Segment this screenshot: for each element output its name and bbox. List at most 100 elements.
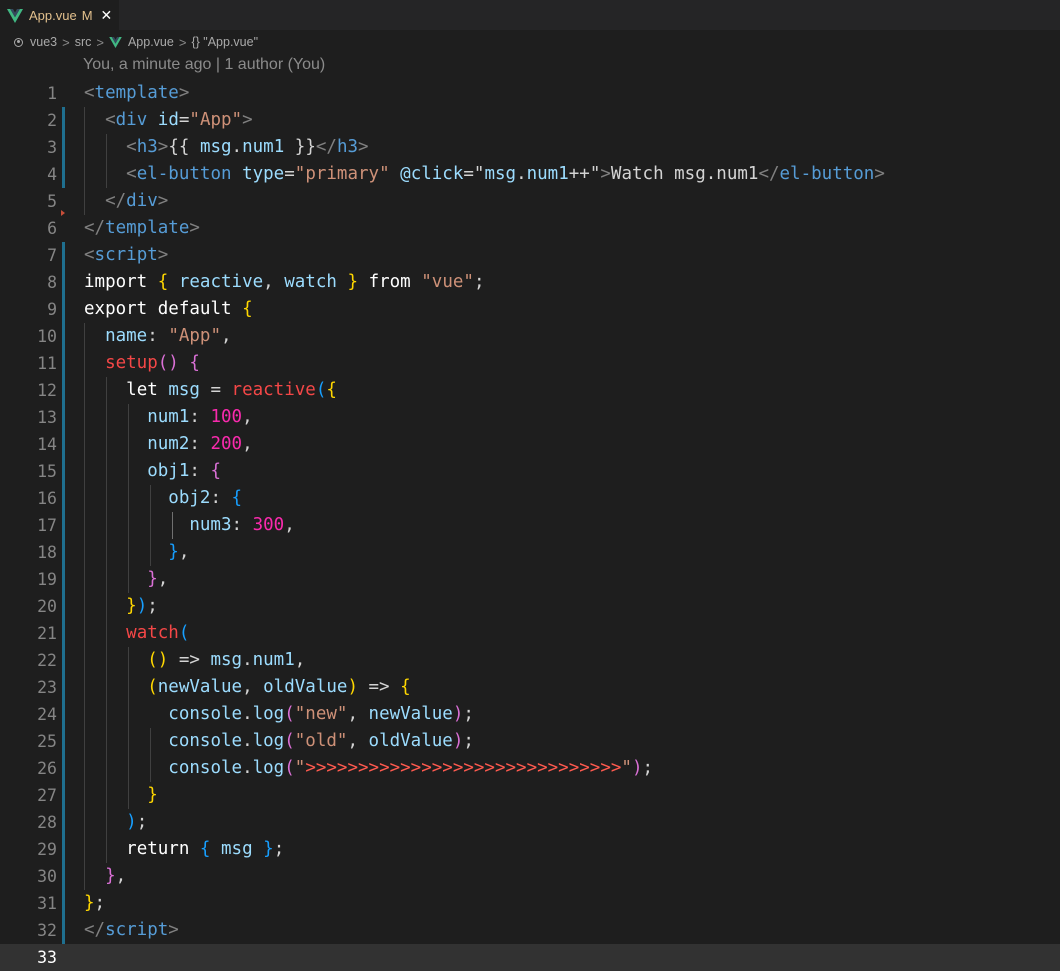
code-line[interactable]: 7 <script> — [0, 242, 1060, 269]
breadcrumb-item-app-vue[interactable]: App.vue — [128, 35, 174, 49]
code-text[interactable]: <el-button type="primary" @click="msg.nu… — [84, 161, 885, 188]
codelens-blame[interactable]: You, a minute ago | 1 author (You) — [83, 56, 325, 74]
code-token: > — [189, 218, 200, 238]
code-text[interactable]: console.log("new", newValue); — [84, 701, 474, 728]
tab-app-vue[interactable]: App.vue M ✕ — [0, 0, 119, 30]
code-text[interactable]: <template> — [84, 80, 189, 107]
code-text[interactable]: </div> — [84, 188, 168, 215]
code-line[interactable]: 32 </script> — [0, 917, 1060, 944]
code-text[interactable]: console.log(">>>>>>>>>>>>>>>>>>>>>>>>>>>… — [84, 755, 653, 782]
code-text[interactable]: }, — [84, 863, 126, 890]
code-text[interactable]: num3: 300, — [84, 512, 294, 539]
chevron-right-icon: > — [178, 34, 187, 50]
code-text[interactable]: console.log("old", oldValue); — [84, 728, 474, 755]
code-line[interactable]: 9 export default { — [0, 296, 1060, 323]
code-text[interactable]: (newValue, oldValue) => { — [84, 674, 410, 701]
code-line[interactable]: 15 obj1: { — [0, 458, 1060, 485]
code-line[interactable]: 29 return { msg }; — [0, 836, 1060, 863]
code-text[interactable]: <div id="App"> — [84, 107, 253, 134]
code-text[interactable]: name: "App", — [84, 323, 231, 350]
code-text[interactable]: () => msg.num1, — [84, 647, 305, 674]
code-line[interactable]: 14 num2: 200, — [0, 431, 1060, 458]
breadcrumb-item-src[interactable]: src — [75, 35, 92, 49]
code-line[interactable]: 31}; — [0, 890, 1060, 917]
code-line[interactable]: 10 name: "App", — [0, 323, 1060, 350]
code-line[interactable]: 23 (newValue, oldValue) => { — [0, 674, 1060, 701]
code-line[interactable]: 12 let msg = reactive({ — [0, 377, 1060, 404]
code-line[interactable]: 11 setup() { — [0, 350, 1060, 377]
line-number: 5 — [47, 192, 57, 211]
code-text[interactable]: ); — [84, 809, 147, 836]
code-line[interactable]: 24 console.log("new", newValue); — [0, 701, 1060, 728]
code-line[interactable]: 17 num3: 300, — [0, 512, 1060, 539]
code-token: . — [242, 731, 253, 751]
code-line[interactable]: 21 watch( — [0, 620, 1060, 647]
code-line[interactable]: 25 console.log("old", oldValue); — [0, 728, 1060, 755]
code-token: ; — [136, 812, 148, 832]
code-text[interactable]: obj2: { — [84, 485, 242, 512]
code-token: Watch msg.num1 — [610, 164, 759, 184]
code-text[interactable]: return { msg }; — [84, 836, 284, 863]
code-text[interactable]: }); — [84, 593, 158, 620]
code-text[interactable]: <h3>{{ msg.num1 }}</h3> — [84, 134, 369, 161]
code-line[interactable]: 6 </template> — [0, 215, 1060, 242]
code-text[interactable]: setup() { — [84, 350, 200, 377]
code-line[interactable]: 28 ); — [0, 809, 1060, 836]
code-line[interactable]: 30 }, — [0, 863, 1060, 890]
code-text[interactable]: </script> — [84, 917, 179, 944]
line-number: 6 — [47, 219, 57, 238]
code-text[interactable]: export default { — [84, 296, 253, 323]
code-text[interactable]: import { reactive, watch } from "vue"; — [84, 269, 485, 296]
breadcrumb-item-symbol[interactable]: {} "App.vue" — [191, 35, 258, 49]
code-line[interactable]: 22 () => msg.num1, — [0, 647, 1060, 674]
code-token: {{ — [168, 137, 200, 157]
code-token: > — [358, 137, 369, 157]
code-token: } — [105, 866, 116, 886]
vue-icon — [109, 36, 122, 48]
code-token: : — [231, 515, 253, 535]
code-line[interactable]: 8 import { reactive, watch } from "vue"; — [0, 269, 1060, 296]
close-icon[interactable]: ✕ — [101, 7, 113, 24]
code-token: log — [252, 731, 285, 751]
code-token: obj1 — [147, 461, 190, 481]
line-number: 20 — [37, 597, 57, 616]
code-token: : — [189, 434, 211, 454]
code-line[interactable]: 16 obj2: { — [0, 485, 1060, 512]
code-text[interactable]: }, — [84, 566, 168, 593]
code-token: h3 — [336, 137, 359, 157]
code-token: ( — [284, 704, 295, 724]
line-number: 24 — [37, 705, 57, 724]
code-text[interactable]: }, — [84, 539, 189, 566]
code-line[interactable]: 13 num1: 100, — [0, 404, 1060, 431]
code-text[interactable]: <script> — [84, 242, 168, 269]
code-text[interactable]: num1: 100, — [84, 404, 252, 431]
code-text[interactable]: }; — [84, 890, 105, 917]
code-text[interactable]: } — [84, 782, 158, 809]
code-line[interactable]: 19 }, — [0, 566, 1060, 593]
code-text[interactable]: num2: 200, — [84, 431, 252, 458]
code-token: < — [126, 164, 137, 184]
code-line[interactable]: 3 <h3>{{ msg.num1 }}</h3> — [0, 134, 1060, 161]
code-line[interactable]: 18 }, — [0, 539, 1060, 566]
breadcrumb-item-vue3[interactable]: vue3 — [30, 35, 57, 49]
code-text[interactable]: let msg = reactive({ — [84, 377, 337, 404]
code-text[interactable]: watch( — [84, 620, 189, 647]
code-line[interactable]: 2 <div id="App"> — [0, 107, 1060, 134]
code-line[interactable]: 26 console.log(">>>>>>>>>>>>>>>>>>>>>>>>… — [0, 755, 1060, 782]
code-token: { — [326, 380, 337, 400]
code-text[interactable]: </template> — [84, 215, 200, 242]
code-text[interactable]: obj1: { — [84, 458, 221, 485]
code-token: ; — [642, 758, 654, 778]
line-number: 18 — [37, 543, 57, 562]
code-editor[interactable]: 1 <template> 2 <div id="App"> 3 <h3>{{ msg.… — [0, 80, 1060, 971]
code-line[interactable]: 5 </div> — [0, 188, 1060, 215]
code-line[interactable]: 27 } — [0, 782, 1060, 809]
code-line[interactable]: 4 <el-button type="primary" @click="msg.… — [0, 161, 1060, 188]
code-token: script — [94, 245, 158, 265]
code-line[interactable]: 1 <template> — [0, 80, 1060, 107]
code-line[interactable]: 20 }); — [0, 593, 1060, 620]
